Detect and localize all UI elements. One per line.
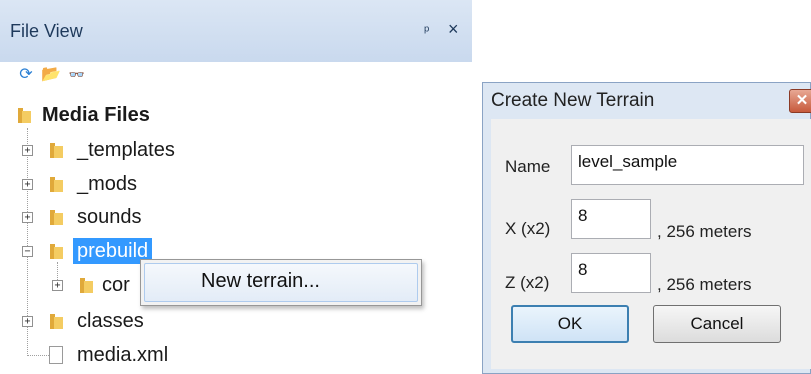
tree-item-label: _templates [77, 139, 175, 161]
x-label: X (x2) [505, 219, 551, 238]
x-suffix: , 256 meters [657, 222, 752, 241]
name-field[interactable]: level_sample [571, 145, 804, 185]
tree-root-label: Media Files [42, 104, 150, 126]
close-icon[interactable]: ✕ [789, 89, 811, 113]
expand-icon[interactable]: + [22, 145, 33, 156]
refresh-icon[interactable]: ⟳ [15, 64, 37, 86]
folder-icon [48, 243, 63, 259]
tree-root[interactable]: Media Files [16, 100, 216, 130]
folder-icon [48, 142, 63, 158]
dialog-title: Create New Terrain [491, 90, 655, 111]
tree-item-label: _mods [77, 173, 138, 195]
expand-icon[interactable]: + [22, 212, 33, 223]
expand-icon[interactable]: + [22, 316, 33, 327]
z-suffix: , 256 meters [657, 275, 752, 294]
expand-icon[interactable]: + [22, 179, 33, 190]
tree-item-label: classes [77, 310, 144, 332]
tree-item-label: sounds [77, 206, 142, 228]
file-icon [49, 346, 63, 364]
panel-title: File View [10, 21, 83, 41]
tree-item-label: cor [102, 274, 130, 296]
tree-item-classes[interactable]: + classes [22, 306, 222, 336]
z-field[interactable]: 8 [571, 253, 651, 293]
folder-icon [48, 209, 63, 225]
open-folder-icon[interactable]: 📂 [40, 64, 62, 86]
z-label: Z (x2) [505, 273, 550, 292]
cancel-button[interactable]: Cancel [653, 305, 781, 343]
file-view-panel: File View ᵖ × ⟳ 📂 👓 Media Files + _templ… [0, 0, 472, 374]
tree-item-mods[interactable]: + _mods [22, 169, 222, 199]
tree-item-media-xml[interactable]: media.xml [22, 340, 222, 370]
pin-icon[interactable]: ᵖ [424, 22, 429, 38]
x-field[interactable]: 8 [571, 199, 651, 239]
collapse-icon[interactable]: − [22, 246, 33, 257]
tree-item-sounds[interactable]: + sounds [22, 202, 222, 232]
tree-item-label: media.xml [77, 344, 169, 366]
close-icon[interactable]: × [448, 19, 459, 40]
expand-icon[interactable]: + [52, 280, 63, 291]
ok-button[interactable]: OK [511, 305, 629, 343]
name-label: Name [505, 157, 551, 176]
context-menu: New terrain... [140, 259, 422, 306]
find-icon[interactable]: 👓 [66, 64, 88, 86]
panel-header: File View ᵖ × [0, 0, 472, 62]
folder-icon [16, 107, 31, 123]
create-terrain-dialog: Create New Terrain ✕ Name level_sample X… [482, 82, 811, 374]
dialog-body: Name level_sample X (x2) 8 , 256 meters … [491, 119, 811, 369]
folder-icon [48, 176, 63, 192]
menu-item-label: New terrain... [201, 270, 320, 292]
folder-icon [78, 277, 93, 293]
tree-item-templates[interactable]: + _templates [22, 135, 222, 165]
folder-icon [48, 313, 63, 329]
menu-item-new-terrain[interactable]: New terrain... [144, 263, 418, 302]
